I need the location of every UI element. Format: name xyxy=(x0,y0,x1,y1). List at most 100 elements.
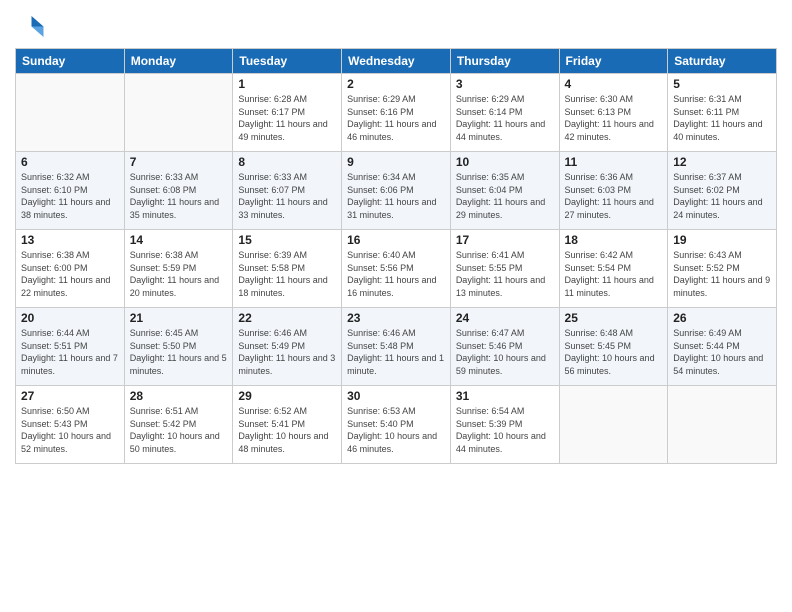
day-number: 1 xyxy=(238,77,336,91)
day-info: Sunrise: 6:38 AM Sunset: 6:00 PM Dayligh… xyxy=(21,249,119,299)
day-info: Sunrise: 6:54 AM Sunset: 5:39 PM Dayligh… xyxy=(456,405,554,455)
day-number: 20 xyxy=(21,311,119,325)
calendar-day-cell: 19 Sunrise: 6:43 AM Sunset: 5:52 PM Dayli… xyxy=(668,230,777,308)
day-info: Sunrise: 6:38 AM Sunset: 5:59 PM Dayligh… xyxy=(130,249,228,299)
day-info: Sunrise: 6:51 AM Sunset: 5:42 PM Dayligh… xyxy=(130,405,228,455)
day-info: Sunrise: 6:49 AM Sunset: 5:44 PM Dayligh… xyxy=(673,327,771,377)
day-number: 29 xyxy=(238,389,336,403)
calendar-day-cell: 8Sunrise: 6:33 AM Sunset: 6:07 PM Daylig… xyxy=(233,152,342,230)
calendar-week-row: 1 Sunrise: 6:28 AM Sunset: 6:17 PM Daylig… xyxy=(16,74,777,152)
day-number: 30 xyxy=(347,389,445,403)
calendar-day-cell: 27 Sunrise: 6:50 AM Sunset: 5:43 PM Dayli… xyxy=(16,386,125,464)
day-number: 24 xyxy=(456,311,554,325)
day-number: 3 xyxy=(456,77,554,91)
day-number: 25 xyxy=(565,311,663,325)
calendar-day-cell: 2 Sunrise: 6:29 AM Sunset: 6:16 PM Daylig… xyxy=(342,74,451,152)
calendar-day-header: Thursday xyxy=(450,49,559,74)
day-number: 7 xyxy=(130,155,228,169)
day-number: 28 xyxy=(130,389,228,403)
calendar-day-cell: 17Sunrise: 6:41 AM Sunset: 5:55 PM Dayli… xyxy=(450,230,559,308)
day-info: Sunrise: 6:35 AM Sunset: 6:04 PM Dayligh… xyxy=(456,171,554,221)
day-number: 26 xyxy=(673,311,771,325)
calendar-day-cell xyxy=(16,74,125,152)
calendar-day-cell: 5 Sunrise: 6:31 AM Sunset: 6:11 PM Daylig… xyxy=(668,74,777,152)
day-info: Sunrise: 6:39 AM Sunset: 5:58 PM Dayligh… xyxy=(238,249,336,299)
day-number: 5 xyxy=(673,77,771,91)
day-info: Sunrise: 6:52 AM Sunset: 5:41 PM Dayligh… xyxy=(238,405,336,455)
page: SundayMondayTuesdayWednesdayThursdayFrid… xyxy=(0,0,792,612)
day-number: 9 xyxy=(347,155,445,169)
calendar-day-cell: 24 Sunrise: 6:47 AM Sunset: 5:46 PM Dayli… xyxy=(450,308,559,386)
day-number: 18 xyxy=(565,233,663,247)
calendar-day-cell: 3 Sunrise: 6:29 AM Sunset: 6:14 PM Daylig… xyxy=(450,74,559,152)
day-info: Sunrise: 6:36 AM Sunset: 6:03 PM Dayligh… xyxy=(565,171,663,221)
day-number: 23 xyxy=(347,311,445,325)
day-info: Sunrise: 6:46 AM Sunset: 5:48 PM Dayligh… xyxy=(347,327,445,377)
day-info: Sunrise: 6:29 AM Sunset: 6:16 PM Dayligh… xyxy=(347,93,445,143)
day-number: 27 xyxy=(21,389,119,403)
calendar-day-cell: 31 Sunrise: 6:54 AM Sunset: 5:39 PM Dayli… xyxy=(450,386,559,464)
day-number: 31 xyxy=(456,389,554,403)
calendar-day-cell: 15 Sunrise: 6:39 AM Sunset: 5:58 PM Dayli… xyxy=(233,230,342,308)
day-info: Sunrise: 6:43 AM Sunset: 5:52 PM Dayligh… xyxy=(673,249,771,299)
calendar-day-cell: 14 Sunrise: 6:38 AM Sunset: 5:59 PM Dayli… xyxy=(124,230,233,308)
day-number: 10 xyxy=(456,155,554,169)
day-number: 11 xyxy=(565,155,663,169)
day-number: 17 xyxy=(456,233,554,247)
calendar-day-cell: 13 Sunrise: 6:38 AM Sunset: 6:00 PM Dayli… xyxy=(16,230,125,308)
calendar-week-row: 27 Sunrise: 6:50 AM Sunset: 5:43 PM Dayli… xyxy=(16,386,777,464)
day-number: 19 xyxy=(673,233,771,247)
day-info: Sunrise: 6:28 AM Sunset: 6:17 PM Dayligh… xyxy=(238,93,336,143)
calendar-day-cell: 1 Sunrise: 6:28 AM Sunset: 6:17 PM Daylig… xyxy=(233,74,342,152)
day-info: Sunrise: 6:50 AM Sunset: 5:43 PM Dayligh… xyxy=(21,405,119,455)
calendar-day-cell: 30Sunrise: 6:53 AM Sunset: 5:40 PM Dayli… xyxy=(342,386,451,464)
day-info: Sunrise: 6:46 AM Sunset: 5:49 PM Dayligh… xyxy=(238,327,336,377)
day-info: Sunrise: 6:45 AM Sunset: 5:50 PM Dayligh… xyxy=(130,327,228,377)
calendar-day-header: Saturday xyxy=(668,49,777,74)
calendar-day-cell xyxy=(124,74,233,152)
day-info: Sunrise: 6:47 AM Sunset: 5:46 PM Dayligh… xyxy=(456,327,554,377)
logo-icon xyxy=(15,10,45,40)
calendar-day-cell: 16Sunrise: 6:40 AM Sunset: 5:56 PM Dayli… xyxy=(342,230,451,308)
calendar-day-header: Sunday xyxy=(16,49,125,74)
day-info: Sunrise: 6:48 AM Sunset: 5:45 PM Dayligh… xyxy=(565,327,663,377)
day-number: 15 xyxy=(238,233,336,247)
day-number: 6 xyxy=(21,155,119,169)
calendar-day-cell: 23 Sunrise: 6:46 AM Sunset: 5:48 PM Dayli… xyxy=(342,308,451,386)
day-info: Sunrise: 6:29 AM Sunset: 6:14 PM Dayligh… xyxy=(456,93,554,143)
day-number: 22 xyxy=(238,311,336,325)
calendar-day-cell: 21 Sunrise: 6:45 AM Sunset: 5:50 PM Dayli… xyxy=(124,308,233,386)
calendar-day-cell: 6 Sunrise: 6:32 AM Sunset: 6:10 PM Daylig… xyxy=(16,152,125,230)
day-number: 2 xyxy=(347,77,445,91)
day-info: Sunrise: 6:30 AM Sunset: 6:13 PM Dayligh… xyxy=(565,93,663,143)
calendar-day-header: Wednesday xyxy=(342,49,451,74)
calendar-day-cell: 25 Sunrise: 6:48 AM Sunset: 5:45 PM Dayli… xyxy=(559,308,668,386)
calendar-table: SundayMondayTuesdayWednesdayThursdayFrid… xyxy=(15,48,777,464)
day-info: Sunrise: 6:33 AM Sunset: 6:08 PM Dayligh… xyxy=(130,171,228,221)
calendar-day-cell: 9 Sunrise: 6:34 AM Sunset: 6:06 PM Daylig… xyxy=(342,152,451,230)
calendar-day-cell: 26 Sunrise: 6:49 AM Sunset: 5:44 PM Dayli… xyxy=(668,308,777,386)
calendar-day-header: Friday xyxy=(559,49,668,74)
calendar-day-cell: 12Sunrise: 6:37 AM Sunset: 6:02 PM Dayli… xyxy=(668,152,777,230)
day-info: Sunrise: 6:32 AM Sunset: 6:10 PM Dayligh… xyxy=(21,171,119,221)
day-number: 14 xyxy=(130,233,228,247)
calendar-day-cell: 20Sunrise: 6:44 AM Sunset: 5:51 PM Dayli… xyxy=(16,308,125,386)
day-number: 21 xyxy=(130,311,228,325)
calendar-day-header: Monday xyxy=(124,49,233,74)
calendar-day-header: Tuesday xyxy=(233,49,342,74)
day-number: 13 xyxy=(21,233,119,247)
calendar-day-cell: 18Sunrise: 6:42 AM Sunset: 5:54 PM Dayli… xyxy=(559,230,668,308)
calendar-week-row: 20Sunrise: 6:44 AM Sunset: 5:51 PM Dayli… xyxy=(16,308,777,386)
calendar-day-cell: 22 Sunrise: 6:46 AM Sunset: 5:49 PM Dayli… xyxy=(233,308,342,386)
calendar-day-cell xyxy=(668,386,777,464)
calendar-day-cell: 7 Sunrise: 6:33 AM Sunset: 6:08 PM Daylig… xyxy=(124,152,233,230)
calendar-header-row: SundayMondayTuesdayWednesdayThursdayFrid… xyxy=(16,49,777,74)
header xyxy=(15,10,777,40)
calendar-week-row: 13 Sunrise: 6:38 AM Sunset: 6:00 PM Dayli… xyxy=(16,230,777,308)
logo xyxy=(15,10,49,40)
calendar-day-cell: 28 Sunrise: 6:51 AM Sunset: 5:42 PM Dayli… xyxy=(124,386,233,464)
day-number: 12 xyxy=(673,155,771,169)
day-info: Sunrise: 6:31 AM Sunset: 6:11 PM Dayligh… xyxy=(673,93,771,143)
calendar-day-cell xyxy=(559,386,668,464)
day-info: Sunrise: 6:34 AM Sunset: 6:06 PM Dayligh… xyxy=(347,171,445,221)
